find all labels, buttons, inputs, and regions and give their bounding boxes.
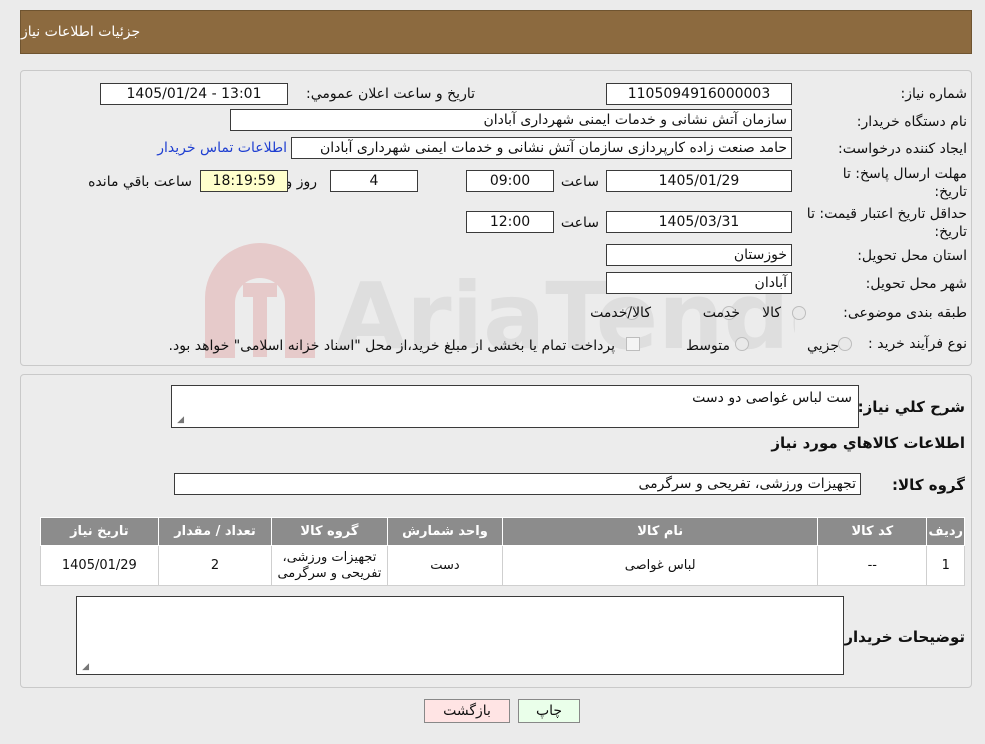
- page-title: جزئیات اطلاعات نیاز: [21, 24, 141, 40]
- days-label: روز و: [285, 174, 318, 190]
- back-button[interactable]: بازگشت: [424, 699, 510, 723]
- send-deadline-date: 1405/01/29: [606, 170, 792, 192]
- print-button[interactable]: چاپ: [518, 699, 580, 723]
- send-time-label: ساعت: [560, 174, 599, 190]
- category-radio-goods[interactable]: [792, 306, 806, 320]
- city-field: آبادان: [606, 272, 792, 294]
- page-header: جزئیات اطلاعات نیاز: [20, 10, 972, 54]
- col-unit: واحد شمارش: [386, 517, 504, 546]
- col-name: نام کالا: [502, 517, 819, 546]
- cell-qty: 2: [157, 545, 273, 586]
- goods-group-label: گروه کالا:: [892, 476, 965, 494]
- price-validity-date: 1405/03/31: [606, 211, 792, 233]
- send-deadline-label-2: تاریخ:: [934, 184, 967, 200]
- col-row: رديف: [926, 517, 965, 546]
- buyer-org-field: سازمان آتش نشانی و خدمات ایمنی شهرداری آ…: [230, 109, 792, 131]
- announce-field: 1405/01/24 - 13:01: [100, 83, 288, 105]
- goods-table: رديف کد کالا نام کالا واحد شمارش گروه کا…: [40, 517, 965, 586]
- process-note: پرداخت تمام یا بخشی از مبلغ خرید،از محل …: [168, 338, 615, 354]
- remaining-time: 18:19:59: [200, 170, 288, 192]
- cell-code: --: [817, 545, 928, 586]
- process-option-medium: متوسط: [686, 338, 730, 354]
- goods-group-field: تجهیزات ورزشی، تفریحی و سرگرمی: [174, 473, 861, 495]
- summary-label: شرح کلي نياز:: [857, 398, 965, 416]
- send-deadline-label: مهلت ارسال پاسخ: تا: [842, 166, 967, 182]
- process-radio-medium[interactable]: [735, 337, 749, 351]
- process-option-minor: جزیي: [807, 338, 839, 354]
- province-field: خوزستان: [606, 244, 792, 266]
- price-validity-label-2: تاریخ:: [934, 224, 967, 240]
- buyer-org-label: نام دستگاه خریدار:: [856, 114, 967, 130]
- cell-unit: دست: [386, 545, 504, 586]
- category-label: طبقه بندی موضوعی:: [843, 305, 967, 321]
- summary-text: ست لباس غواصی دو دست: [692, 390, 852, 406]
- remaining-label: ساعت باقي مانده: [88, 174, 192, 190]
- category-option-goods: کالا: [762, 305, 781, 321]
- price-validity-label: حداقل تاریخ اعتبار قیمت: تا: [806, 206, 967, 222]
- col-qty: تعداد / مقدار: [157, 517, 273, 546]
- resize-grip-icon: ◢: [82, 662, 89, 672]
- announce-label: تاريخ و ساعت اعلان عمومي:: [306, 86, 475, 102]
- days-remaining: 4: [330, 170, 418, 192]
- goods-table-header: رديف کد کالا نام کالا واحد شمارش گروه کا…: [40, 517, 965, 546]
- need-number-field: 1105094916000003: [606, 83, 792, 105]
- requester-label: ایجاد کننده درخواست:: [838, 141, 967, 157]
- table-row: 1 -- لباس غواصی دست تجهیزات ورزشی، تفریح…: [40, 545, 965, 586]
- city-label: شهر محل تحویل:: [865, 276, 967, 292]
- buyer-notes-textarea[interactable]: ◢: [76, 596, 844, 675]
- buyer-contact-link[interactable]: اطلاعات تماس خریدار: [157, 140, 287, 156]
- cell-group: تجهیزات ورزشی، تفریحی و سرگرمی: [271, 545, 388, 586]
- col-group: گروه کالا: [271, 517, 388, 546]
- cell-date: 1405/01/29: [40, 545, 159, 586]
- price-time-label: ساعت: [560, 215, 599, 231]
- cell-row: 1: [926, 545, 965, 586]
- col-code: کد کالا: [817, 517, 928, 546]
- process-radio-minor[interactable]: [838, 337, 852, 351]
- resize-grip-icon: ◢: [177, 415, 184, 425]
- province-label: استان محل تحویل:: [857, 248, 967, 264]
- category-option-service: خدمت: [702, 305, 740, 321]
- col-date: تاریخ نیاز: [40, 517, 159, 546]
- summary-textarea[interactable]: ست لباس غواصی دو دست ◢: [171, 385, 859, 428]
- send-deadline-time: 09:00: [466, 170, 554, 192]
- process-label: نوع فرآیند خرید :: [868, 336, 967, 352]
- goods-info-title: اطلاعات کالاهاي مورد نياز: [771, 434, 965, 452]
- cell-name: لباس غواصی: [502, 545, 819, 586]
- requester-field: حامد صنعت زاده کارپردازی سازمان آتش نشان…: [291, 137, 792, 159]
- need-number-label: شماره نیاز:: [900, 86, 968, 102]
- category-option-goods-service: کالا/خدمت: [590, 305, 651, 321]
- price-validity-time: 12:00: [466, 211, 554, 233]
- buyer-notes-label: توضیحات خریدار:: [838, 628, 965, 646]
- treasury-checkbox[interactable]: [626, 337, 640, 351]
